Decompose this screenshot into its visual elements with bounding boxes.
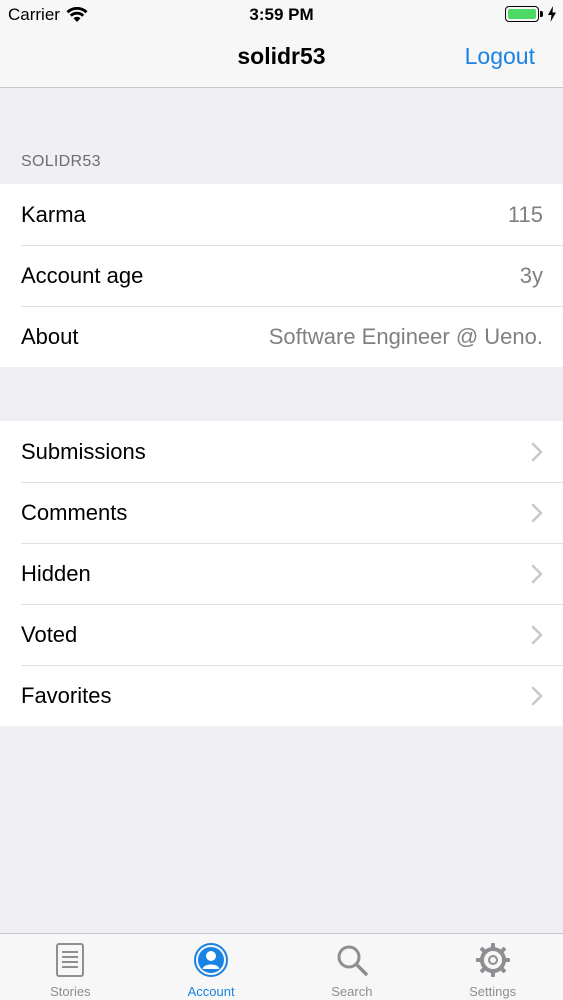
comments-row[interactable]: Comments	[0, 482, 563, 543]
submissions-label: Submissions	[21, 438, 146, 464]
hidden-row[interactable]: Hidden	[0, 543, 563, 604]
voted-row[interactable]: Voted	[0, 604, 563, 665]
hidden-label: Hidden	[21, 560, 91, 586]
battery-indicator	[505, 6, 557, 22]
submissions-row[interactable]: Submissions	[0, 421, 563, 482]
chevron-right-icon	[531, 503, 543, 523]
user-links-group: Submissions Comments Hidden Voted Favori…	[0, 421, 563, 726]
tab-settings[interactable]: Settings	[422, 934, 563, 1000]
tab-label-account: Account	[187, 984, 235, 999]
status-time: 3:59 PM	[249, 5, 314, 24]
battery-fill	[508, 9, 536, 19]
tab-stories[interactable]: Stories	[0, 934, 141, 1000]
charging-bolt-icon	[548, 6, 556, 22]
chevron-right-icon	[531, 564, 543, 584]
karma-value: 115	[507, 201, 543, 227]
battery-nub	[540, 11, 543, 17]
section-header-username: SOLIDR53	[21, 153, 101, 170]
favorites-label: Favorites	[21, 682, 112, 708]
profile-info-group: Karma 115 Account age 3y About Software …	[0, 184, 563, 367]
account-icon	[194, 943, 229, 977]
comments-label: Comments	[21, 499, 128, 525]
status-bar: Carrier 3:59 PM	[0, 0, 563, 30]
account-age-value: 3y	[519, 262, 543, 288]
gear-icon	[475, 943, 510, 977]
battery-icon	[505, 6, 539, 22]
stories-icon	[56, 943, 85, 977]
tab-label-settings: Settings	[469, 984, 517, 999]
about-row: About Software Engineer @ Ueno.	[0, 306, 563, 367]
about-value: Software Engineer @ Ueno.	[268, 323, 543, 349]
tab-account[interactable]: Account	[141, 934, 282, 1000]
karma-row: Karma 115	[0, 184, 563, 245]
chevron-right-icon	[531, 625, 543, 645]
account-age-row: Account age 3y	[0, 245, 563, 306]
chevron-right-icon	[531, 442, 543, 462]
favorites-row[interactable]: Favorites	[0, 665, 563, 726]
tab-bar: Stories Account Search Settings	[0, 933, 563, 1000]
tab-label-stories: Stories	[50, 984, 91, 999]
account-age-label: Account age	[21, 262, 144, 288]
voted-label: Voted	[21, 621, 78, 647]
search-icon	[337, 945, 368, 976]
logout-button[interactable]: Logout	[465, 43, 535, 70]
navigation-bar: solidr53 Logout	[0, 30, 563, 88]
karma-label: Karma	[21, 201, 86, 227]
tab-label-search: Search	[331, 984, 373, 999]
tab-search[interactable]: Search	[282, 934, 423, 1000]
about-label: About	[21, 323, 79, 349]
chevron-right-icon	[531, 686, 543, 706]
